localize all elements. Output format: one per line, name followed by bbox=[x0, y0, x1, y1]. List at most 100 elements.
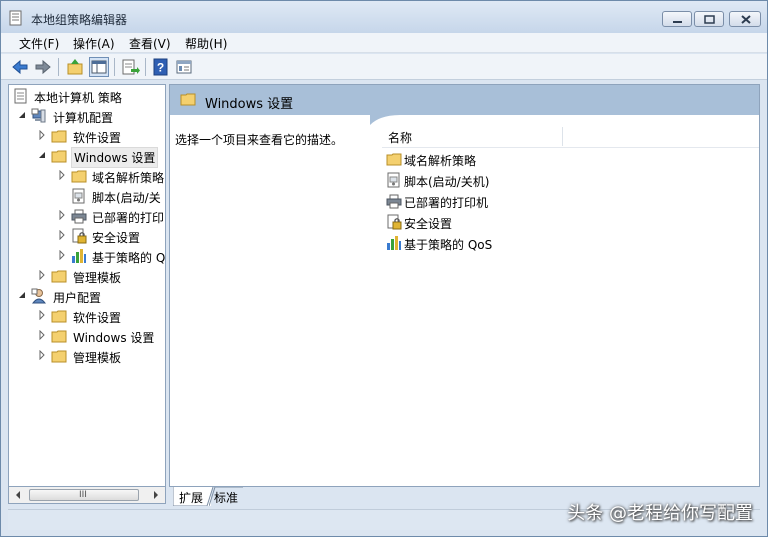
app-window: 本地组策略编辑器 文件(F) 操作(A) 查看(V) 帮助(H) ? 本地计算机… bbox=[0, 0, 768, 537]
tree-item-security-settings[interactable]: 安全设置 bbox=[9, 226, 165, 246]
properties-button[interactable] bbox=[174, 57, 194, 77]
bar-chart-icon bbox=[72, 249, 86, 263]
header-curve-decoration bbox=[370, 105, 759, 125]
list-item-scripts[interactable]: 脚本(启动/关机) bbox=[384, 170, 754, 191]
minimize-icon bbox=[673, 21, 682, 23]
export-list-icon bbox=[122, 59, 140, 75]
details-pane: Windows 设置 选择一个项目来查看它的描述。 名称 域名解析策略 脚本(启… bbox=[169, 84, 760, 487]
folder-icon bbox=[51, 350, 67, 363]
up-folder-icon bbox=[67, 59, 83, 75]
tree-item-cc-software-settings[interactable]: 软件设置 bbox=[9, 126, 165, 146]
properties-icon bbox=[176, 60, 192, 74]
close-icon bbox=[741, 15, 751, 24]
user-icon bbox=[31, 288, 47, 304]
list-item-deployed-printers[interactable]: 已部署的打印机 bbox=[384, 191, 754, 212]
toolbar-separator bbox=[145, 58, 146, 76]
tree-label: Windows 设置 bbox=[73, 331, 155, 345]
computer-icon bbox=[31, 108, 46, 123]
tree-item-dns-policy[interactable]: 域名解析策略 bbox=[9, 166, 165, 186]
tree-label: 软件设置 bbox=[73, 311, 122, 325]
minimize-button[interactable] bbox=[662, 11, 692, 27]
maximize-button[interactable] bbox=[694, 11, 724, 27]
tab-extended[interactable]: 扩展 bbox=[173, 487, 214, 506]
tree-label: 管理模板 bbox=[73, 351, 122, 365]
show-hide-tree-button[interactable] bbox=[89, 57, 109, 77]
back-button[interactable] bbox=[10, 57, 30, 77]
collapsed-arrow-icon bbox=[39, 350, 45, 360]
scrollbar-thumb[interactable]: III bbox=[29, 489, 139, 501]
collapsed-arrow-icon bbox=[39, 330, 45, 340]
tree-label: 本地计算机 策略 bbox=[34, 91, 122, 105]
up-one-level-button[interactable] bbox=[65, 57, 85, 77]
security-icon bbox=[387, 214, 402, 230]
tab-standard[interactable]: 标准 bbox=[209, 487, 247, 506]
tree-item-cc-windows-settings[interactable]: Windows 设置 bbox=[9, 146, 165, 168]
folder-icon bbox=[51, 270, 67, 283]
tree-item-uc-software-settings[interactable]: 软件设置 bbox=[9, 306, 165, 326]
tree-label: 软件设置 bbox=[73, 131, 122, 145]
collapsed-arrow-icon bbox=[59, 250, 65, 260]
tree-label: 安全设置 bbox=[92, 231, 141, 245]
tree-label: 管理模板 bbox=[73, 271, 122, 285]
list-item-dns-policy[interactable]: 域名解析策略 bbox=[384, 149, 754, 170]
export-list-button[interactable] bbox=[120, 57, 140, 77]
menu-action[interactable]: 操作(A) bbox=[69, 35, 119, 52]
tree-item-policy-based-qos[interactable]: 基于策略的 Q bbox=[9, 246, 165, 266]
folder-icon bbox=[386, 153, 402, 166]
expanded-arrow-icon bbox=[39, 152, 45, 158]
watermark-text: 头条 @老程给你写配置 bbox=[567, 503, 753, 524]
tree-label: 已部署的打印 bbox=[92, 211, 165, 225]
collapsed-arrow-icon bbox=[59, 230, 65, 240]
menu-file[interactable]: 文件(F) bbox=[15, 35, 63, 52]
tree-item-deployed-printers[interactable]: 已部署的打印 bbox=[9, 206, 165, 226]
printer-icon bbox=[386, 194, 402, 209]
close-button[interactable] bbox=[729, 11, 761, 27]
tree-item-scripts[interactable]: 脚本(启动/关 bbox=[9, 186, 165, 206]
help-button[interactable]: ? bbox=[151, 57, 171, 77]
scroll-left-icon[interactable] bbox=[13, 490, 23, 500]
column-header-name[interactable]: 名称 bbox=[382, 125, 759, 148]
collapsed-arrow-icon bbox=[39, 270, 45, 280]
column-divider[interactable] bbox=[562, 127, 563, 146]
show-hide-tree-icon bbox=[91, 60, 107, 74]
tree-item-computer-config[interactable]: 计算机配置 bbox=[9, 106, 165, 126]
list-item-security-settings[interactable]: 安全设置 bbox=[384, 212, 754, 233]
toolbar-separator bbox=[58, 58, 59, 76]
tree-label: 用户配置 bbox=[53, 291, 102, 305]
printer-icon bbox=[71, 209, 87, 224]
tree-label: Windows 设置 bbox=[71, 147, 159, 168]
tree-label: 脚本(启动/关 bbox=[92, 191, 161, 205]
menu-view[interactable]: 查看(V) bbox=[125, 35, 175, 52]
tree-label: 域名解析策略 bbox=[92, 171, 165, 185]
list-item-policy-based-qos[interactable]: 基于策略的 QoS bbox=[384, 233, 754, 254]
tab-label: 标准 bbox=[214, 491, 239, 505]
expanded-arrow-icon bbox=[19, 292, 25, 298]
svg-text:?: ? bbox=[157, 61, 164, 75]
toolbar: ? bbox=[1, 54, 767, 80]
tree-item-uc-windows-settings[interactable]: Windows 设置 bbox=[9, 326, 165, 346]
forward-button[interactable] bbox=[33, 57, 53, 77]
back-arrow-icon bbox=[12, 59, 28, 75]
item-description: 选择一个项目来查看它的描述。 bbox=[175, 133, 344, 147]
folder-icon bbox=[51, 130, 67, 143]
title-bar: 本地组策略编辑器 bbox=[1, 1, 767, 33]
list-item-label: 脚本(启动/关机) bbox=[404, 175, 490, 189]
script-icon bbox=[387, 172, 400, 188]
details-header-title: Windows 设置 bbox=[205, 97, 294, 112]
scroll-right-icon[interactable] bbox=[151, 490, 161, 500]
tree-item-uc-admin-templates[interactable]: 管理模板 bbox=[9, 346, 165, 366]
menu-help[interactable]: 帮助(H) bbox=[181, 35, 231, 52]
window-title: 本地组策略编辑器 bbox=[31, 13, 128, 27]
tree-horizontal-scrollbar[interactable]: III bbox=[8, 487, 166, 504]
collapsed-arrow-icon bbox=[39, 130, 45, 140]
tree-item-local-computer-policy[interactable]: 本地计算机 策略 bbox=[9, 86, 165, 106]
scrollbar-grip: III bbox=[79, 490, 87, 500]
folder-icon bbox=[180, 93, 196, 106]
tree-item-cc-admin-templates[interactable]: 管理模板 bbox=[9, 266, 165, 286]
folder-icon bbox=[51, 330, 67, 343]
console-tree: 本地计算机 策略 计算机配置 软件设置 Windows 设置 域名解析策略 脚本… bbox=[8, 84, 166, 487]
list-item-label: 基于策略的 QoS bbox=[404, 238, 493, 252]
tree-item-user-config[interactable]: 用户配置 bbox=[9, 286, 165, 306]
list-item-label: 已部署的打印机 bbox=[404, 196, 489, 210]
tree-label: 计算机配置 bbox=[53, 111, 114, 125]
